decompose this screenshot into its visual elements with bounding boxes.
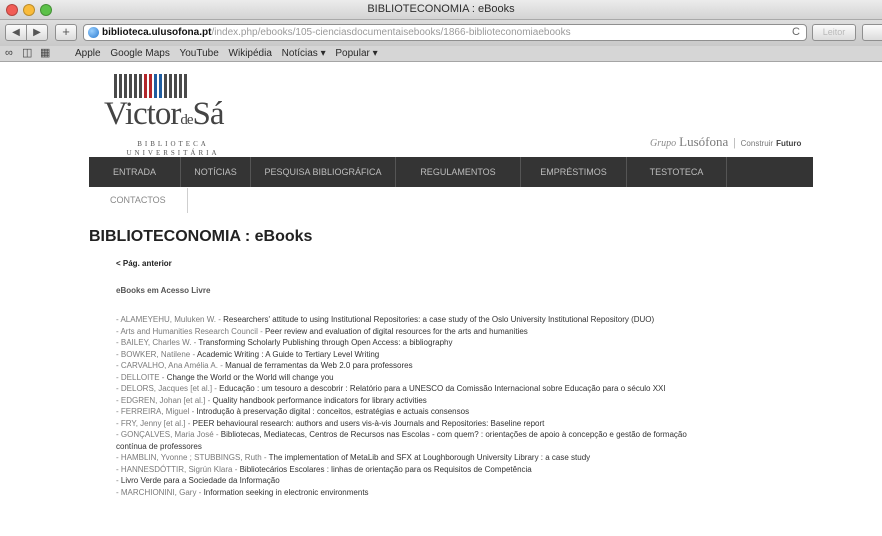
nav-noticias[interactable]: NOTÍCIAS — [181, 157, 251, 187]
book-author: - ALAMEYEHU, Muluken W. - — [116, 315, 224, 324]
list-item: - Arts and Humanities Research Council -… — [116, 326, 816, 338]
main-navigation: ENTRADA NOTÍCIAS PESQUISA BIBLIOGRÁFICA … — [89, 157, 813, 187]
grupo-lusofona-logo[interactable]: Grupo Lusófona | Construir Futuro — [650, 134, 801, 150]
previous-page-link[interactable]: < Pág. anterior — [116, 259, 172, 268]
book-title-link[interactable]: Quality handbook performance indicators … — [212, 396, 426, 405]
book-title-link[interactable]: Information seeking in electronic enviro… — [204, 488, 369, 497]
page-title: BIBLIOTECONOMIA : eBooks — [89, 228, 313, 245]
logo-bars-icon — [114, 74, 187, 98]
list-item: - MARCHIONINI, Gary - Information seekin… — [116, 487, 816, 499]
book-author: - FRY, Jenny [et al.] - — [116, 418, 193, 428]
back-button[interactable]: ◀ — [5, 24, 27, 41]
book-title-link[interactable]: Transforming Scholarly Publishing throug… — [198, 338, 452, 347]
window-titlebar: BIBLIOTECONOMIA : eBooks — [0, 0, 882, 20]
list-item: - ALAMEYEHU, Muluken W. - Researchers' a… — [116, 314, 816, 326]
ebook-list: - ALAMEYEHU, Muluken W. - Researchers' a… — [116, 314, 816, 498]
book-title-link[interactable]: Bibliotecas, Mediatecas, Centros de Recu… — [221, 430, 687, 439]
book-title-link[interactable]: Change the World or the World will chang… — [167, 373, 334, 382]
bookmark-noticias[interactable]: Notícias ▾ — [282, 48, 326, 59]
book-title-link[interactable]: Livro Verde para a Sociedade da Informaç… — [121, 476, 280, 485]
url-path: /index.php/ebooks/105-cienciasdocumentai… — [211, 27, 571, 38]
list-item: - CARVALHO, Ana Amélia A. - Manual de fe… — [116, 360, 816, 372]
reader-button[interactable]: Leitor — [812, 24, 856, 41]
library-logo[interactable]: VictordeSá BIBLIOTECA UNIVERSITÁRIA — [104, 74, 254, 157]
list-item: - HANNESDÓTTIR, Sigrún Klara - Bibliotec… — [116, 464, 816, 476]
bookmark-google-maps[interactable]: Google Maps — [110, 48, 169, 59]
bookmark-wikipedia[interactable]: Wikipédia — [229, 48, 272, 59]
list-item: - FERREIRA, Miguel - Introdução à preser… — [116, 406, 816, 418]
section-heading: eBooks em Acesso Livre — [116, 286, 211, 295]
nav-regulamentos[interactable]: REGULAMENTOS — [396, 157, 521, 187]
book-author: - HAMBLIN, Yvonne ; STUBBINGS, Ruth - — [116, 453, 269, 462]
book-title-link[interactable]: Researchers' attitude to using Instituti… — [223, 315, 654, 324]
book-author: - BOWKER, Natilene - — [116, 349, 197, 359]
book-author: - CARVALHO, Ana Amélia A. - — [116, 361, 226, 370]
book-author: - MARCHIONINI, Gary - — [116, 487, 204, 497]
nav-testoteca[interactable]: TESTOTECA — [627, 157, 727, 187]
book-author: - FERREIRA, Miguel - — [116, 407, 197, 416]
book-author: - DELLOITE - — [116, 372, 167, 382]
book-author: - Arts and Humanities Research Council - — [116, 326, 265, 336]
list-item: - GONÇALVES, Maria José - Bibliotecas, M… — [116, 429, 816, 441]
book-title-link[interactable]: PEER behavioural research: authors and u… — [193, 419, 545, 428]
bookmarks-book-icon[interactable]: ◫ — [22, 46, 32, 61]
list-item: - BOWKER, Natilene - Academic Writing : … — [116, 349, 816, 361]
book-author: - GONÇALVES, Maria José - — [116, 430, 221, 439]
list-item: - DELORS, Jacques [et al.] - Educação : … — [116, 383, 816, 395]
list-item: - EDGREN, Johan [et al.] - Quality handb… — [116, 395, 816, 407]
book-author: - HANNESDÓTTIR, Sigrún Klara - — [116, 464, 240, 474]
site-globe-icon — [88, 27, 99, 38]
url-domain: biblioteca.ulusofona.pt — [102, 27, 212, 38]
list-item: contínua de professores — [116, 441, 816, 453]
logo-subtitle: BIBLIOTECA UNIVERSITÁRIA — [126, 140, 220, 157]
list-item: - FRY, Jenny [et al.] - PEER behavioural… — [116, 418, 816, 430]
list-item: - BAILEY, Charles W. - Transforming Scho… — [116, 337, 816, 349]
add-bookmark-button[interactable]: + — [55, 24, 77, 41]
bookmark-youtube[interactable]: YouTube — [179, 48, 218, 59]
top-sites-grid-icon[interactable]: ▦ — [40, 46, 50, 61]
forward-button[interactable]: ▶ — [26, 24, 48, 41]
book-title-link[interactable]: Academic Writing : A Guide to Tertiary L… — [197, 350, 379, 359]
book-title-link[interactable]: Peer review and evaluation of digital re… — [265, 327, 528, 336]
nav-pesquisa-bibliografica[interactable]: PESQUISA BIBLIOGRÁFICA — [251, 157, 396, 187]
book-author: - BAILEY, Charles W. - — [116, 338, 199, 347]
book-title-link[interactable]: Manual de ferramentas da Web 2.0 para pr… — [225, 361, 413, 370]
book-title-link[interactable]: Educação : um tesouro a descobrir : Rela… — [219, 384, 665, 393]
bookmarks-list: Apple Google Maps YouTube Wikipédia Notí… — [75, 46, 385, 61]
book-title-link[interactable]: The implementation of MetaLib and SFX at… — [269, 453, 591, 462]
reload-icon[interactable]: C — [792, 25, 800, 40]
book-author: - DELORS, Jacques [et al.] - — [116, 384, 220, 393]
bookmark-popular[interactable]: Popular ▾ — [335, 48, 377, 59]
page-content: VictordeSá BIBLIOTECA UNIVERSITÁRIA Grup… — [0, 62, 882, 536]
bookmark-apple[interactable]: Apple — [75, 48, 101, 59]
window-title: BIBLIOTECONOMIA : eBooks — [367, 3, 515, 15]
book-title-link[interactable]: contínua de professores — [116, 442, 202, 451]
book-title-link[interactable]: Bibliotecários Escolares : linhas de ori… — [240, 465, 532, 474]
browser-toolbar: ◀ ▶ + biblioteca.ulusofona.pt/index.php/… — [0, 20, 882, 46]
book-author: - EDGREN, Johan [et al.] - — [116, 395, 213, 405]
nav-emprestimos[interactable]: EMPRÉSTIMOS — [521, 157, 627, 187]
logo-name: VictordeSá — [104, 96, 225, 132]
book-title-link[interactable]: Introdução à preservação digital : conce… — [196, 407, 469, 416]
toolbar-edge-button[interactable] — [862, 24, 882, 41]
list-item: - Livro Verde para a Sociedade da Inform… — [116, 475, 816, 487]
nav-entrada[interactable]: ENTRADA — [89, 157, 181, 187]
list-item: - DELLOITE - Change the World or the Wor… — [116, 372, 816, 384]
reading-list-icon[interactable]: ∞ — [5, 46, 13, 61]
bookmarks-bar: ∞ ◫ ▦ Apple Google Maps YouTube Wikipédi… — [0, 46, 882, 62]
list-item: - HAMBLIN, Yvonne ; STUBBINGS, Ruth - Th… — [116, 452, 816, 464]
address-bar[interactable]: biblioteca.ulusofona.pt/index.php/ebooks… — [83, 24, 807, 41]
nav-contactos[interactable]: CONTACTOS — [104, 188, 188, 213]
